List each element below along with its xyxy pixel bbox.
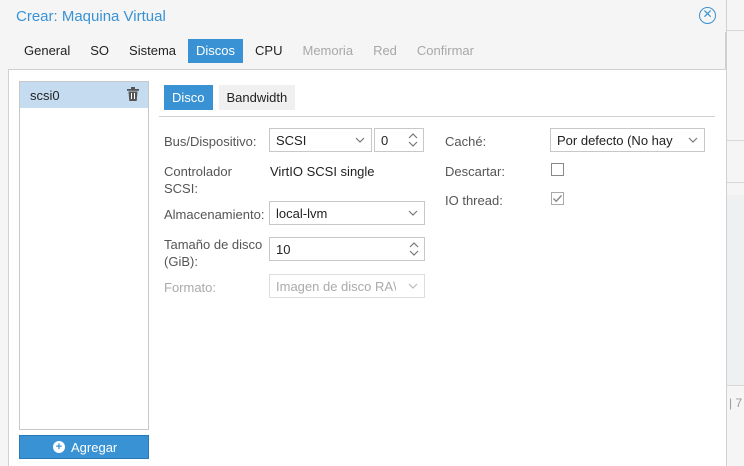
chevron-down-icon	[355, 137, 365, 143]
trash-icon[interactable]	[127, 87, 139, 101]
subtabs-divider	[159, 116, 715, 117]
iothread-label: IO thread:	[445, 193, 503, 208]
cache-value: Por defecto (No hay	[557, 133, 673, 148]
background-panel: | 7 3	[726, 0, 744, 466]
tab-cpu[interactable]: CPU	[247, 39, 290, 63]
disk-size-label-line1: Tamaño de disco	[164, 237, 263, 252]
disk-list-item[interactable]: scsi0	[20, 82, 148, 108]
discard-checkbox[interactable]	[551, 163, 564, 176]
disks-panel: scsi0 + Agregar Disco Bandwidth Bus/Disp…	[8, 69, 726, 466]
dialog-title: Crear: Maquina Virtual	[16, 8, 166, 25]
format-value: Imagen de disco RA\	[276, 279, 396, 294]
iothread-checkbox[interactable]	[551, 192, 564, 205]
dialog-titlebar: Crear: Maquina Virtual ✕	[0, 0, 726, 32]
format-select[interactable]: Imagen de disco RA\	[269, 274, 425, 298]
cache-select[interactable]: Por defecto (No hay	[550, 128, 705, 152]
tab-sistema[interactable]: Sistema	[121, 39, 184, 63]
disk-subtabs: Disco Bandwidth	[164, 85, 301, 111]
bus-value: SCSI	[276, 133, 307, 148]
storage-select[interactable]: local-lvm	[269, 201, 425, 225]
wizard-tabs: General SO Sistema Discos CPU Memoria Re…	[16, 38, 486, 64]
disk-size-label-line2: (GiB):	[164, 254, 198, 269]
create-vm-dialog: Crear: Maquina Virtual ✕ General SO Sist…	[0, 0, 726, 466]
storage-value: local-lvm	[276, 206, 328, 221]
background-partial-text: | 7 3	[729, 396, 744, 410]
add-disk-label: Agregar	[71, 440, 118, 455]
chevron-down-icon	[408, 210, 418, 216]
tab-red[interactable]: Red	[365, 39, 405, 63]
bus-label: Bus/Dispositivo:	[164, 134, 257, 149]
tab-general[interactable]: General	[16, 39, 78, 63]
disk-list: scsi0	[19, 81, 149, 430]
tab-confirmar[interactable]: Confirmar	[409, 39, 482, 63]
chevron-down-icon	[408, 283, 418, 289]
tab-discos[interactable]: Discos	[188, 39, 244, 63]
discard-label: Descartar:	[445, 164, 505, 179]
add-disk-button[interactable]: + Agregar	[19, 435, 149, 459]
disk-size-spinner[interactable]: 10	[269, 237, 425, 261]
controller-value: VirtIO SCSI single	[270, 164, 375, 179]
checkmark-icon	[553, 195, 563, 203]
spinner-arrows-icon[interactable]	[408, 239, 420, 259]
storage-label: Almacenamiento:	[164, 207, 265, 222]
close-icon[interactable]: ✕	[699, 7, 716, 24]
spinner-arrows-icon[interactable]	[407, 130, 419, 150]
disk-size-value: 10	[276, 242, 291, 257]
controller-label-line1: Controlador	[164, 164, 232, 179]
cache-label: Caché:	[445, 134, 487, 149]
tab-memoria[interactable]: Memoria	[294, 39, 361, 63]
device-number-spinner[interactable]: 0	[374, 128, 424, 152]
subtab-bandwidth[interactable]: Bandwidth	[218, 85, 296, 110]
device-value: 0	[381, 133, 389, 148]
plus-circle-icon: +	[53, 441, 65, 453]
tab-so[interactable]: SO	[82, 39, 117, 63]
disk-item-label: scsi0	[30, 88, 60, 103]
chevron-down-icon	[688, 137, 698, 143]
controller-label-line2: SCSI:	[164, 181, 198, 196]
bus-select[interactable]: SCSI	[269, 128, 372, 152]
format-label: Formato:	[164, 280, 217, 295]
subtab-disco[interactable]: Disco	[164, 85, 213, 110]
